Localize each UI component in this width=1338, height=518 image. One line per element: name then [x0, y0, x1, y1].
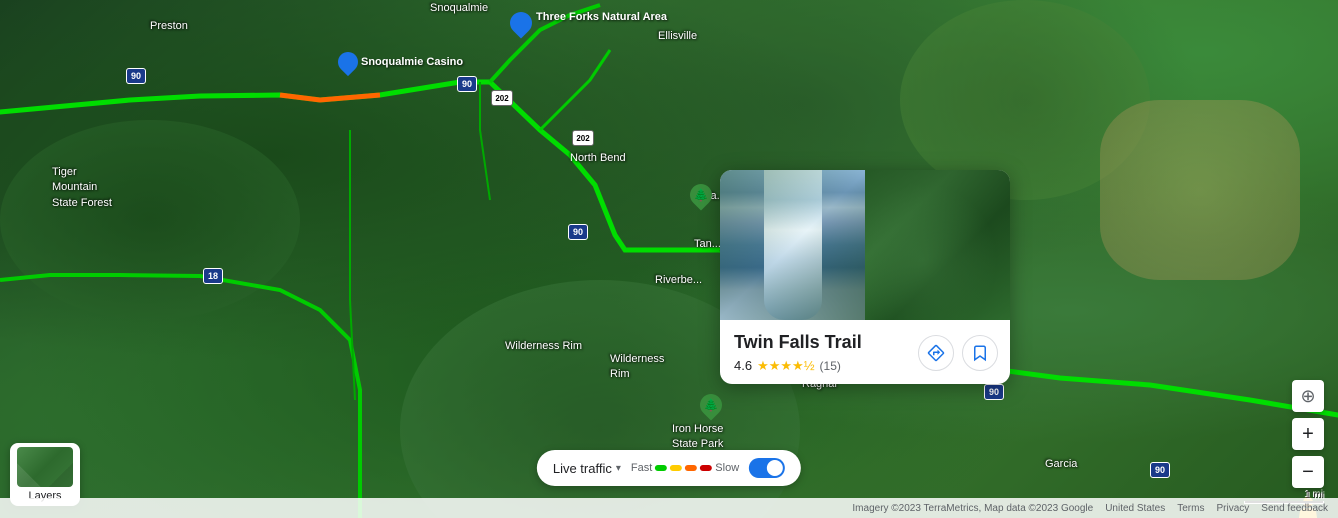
shield-i90-4: 90: [984, 384, 1004, 400]
info-card: Twin Falls Trail 4.6 ★★★★½ (15): [720, 170, 1010, 384]
zoom-out-button[interactable]: −: [1292, 456, 1324, 488]
send-feedback-link[interactable]: Send feedback: [1261, 503, 1328, 514]
layers-button[interactable]: Layers: [10, 443, 80, 506]
card-title: Twin Falls Trail: [734, 332, 910, 354]
card-title-text: Twin Falls Trail 4.6 ★★★★½ (15): [734, 332, 910, 374]
traffic-slow-dot: [685, 465, 697, 471]
terms-link[interactable]: Terms: [1177, 503, 1204, 514]
map-container[interactable]: Preston Snoqualmie Ellisville North Bend…: [0, 0, 1338, 518]
card-stars: ★★★★½: [757, 358, 814, 374]
casino-label: Snoqualmie Casino: [361, 56, 463, 68]
shield-202-1: 202: [491, 90, 513, 106]
three-forks-label: Three Forks Natural Area: [536, 10, 667, 24]
slow-label: Slow: [715, 462, 739, 474]
card-images[interactable]: [720, 170, 1010, 320]
shield-18: 18: [203, 268, 223, 284]
card-image-forest[interactable]: [865, 170, 1010, 320]
live-traffic-toggle[interactable]: Live traffic ▾: [553, 461, 621, 476]
imagery-credit: Imagery ©2023 TerraMetrics, Map data ©20…: [852, 503, 1093, 514]
card-title-area: Twin Falls Trail 4.6 ★★★★½ (15): [720, 320, 1010, 384]
card-review-count: (15): [820, 359, 841, 373]
shield-202-2: 202: [572, 130, 594, 146]
shield-i90-5: 90: [1150, 462, 1170, 478]
card-directions-button[interactable]: [918, 335, 954, 371]
casino-poi[interactable]: Snoqualmie Casino: [338, 52, 463, 72]
park-icon-2: 🌲: [695, 389, 726, 420]
shield-i90-3: 90: [568, 224, 588, 240]
live-traffic-label: Live traffic: [553, 461, 612, 476]
roads-overlay: [0, 0, 1338, 518]
shield-i90-1: 90: [126, 68, 146, 84]
traffic-toggle-switch[interactable]: [749, 458, 785, 478]
attribution-bar: Imagery ©2023 TerraMetrics, Map data ©20…: [0, 498, 1338, 518]
card-image-waterfall[interactable]: [720, 170, 865, 320]
fast-label: Fast: [631, 462, 652, 474]
card-rating-row: 4.6 ★★★★½ (15): [734, 358, 910, 374]
united-states-link[interactable]: United States: [1105, 503, 1165, 514]
traffic-moderate-dot: [670, 465, 682, 471]
park-icon-1: 🌲: [685, 179, 716, 210]
privacy-link[interactable]: Privacy: [1216, 503, 1249, 514]
three-forks-poi[interactable]: Three Forks Natural Area: [510, 10, 667, 34]
traffic-very-slow-dot: [700, 465, 712, 471]
zoom-in-button[interactable]: +: [1292, 418, 1324, 450]
traffic-fast-dot: [655, 465, 667, 471]
compass-button[interactable]: ⊕: [1292, 380, 1324, 412]
card-save-button[interactable]: [962, 335, 998, 371]
traffic-chevron-icon: ▾: [616, 463, 621, 474]
traffic-legend: Fast Slow: [631, 462, 739, 474]
card-rating-number: 4.6: [734, 358, 752, 373]
layers-preview: [17, 447, 73, 487]
shield-i90-2: 90: [457, 76, 477, 92]
traffic-bar: Live traffic ▾ Fast Slow: [537, 450, 801, 486]
